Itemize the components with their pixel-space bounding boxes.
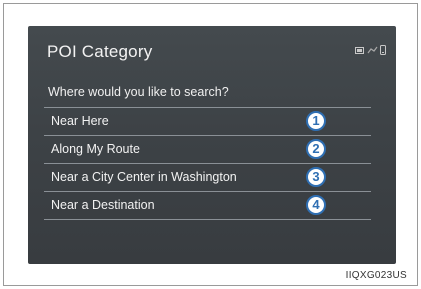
option-label: Near Here	[51, 114, 109, 128]
callout-marker: 3	[306, 167, 326, 187]
navigation-screen: POI Category Where would you like to sea…	[28, 26, 396, 264]
figure-caption: IIQXG023US	[345, 270, 407, 281]
search-prompt: Where would you like to search?	[48, 85, 229, 99]
option-label: Near a City Center in Washington	[51, 170, 237, 184]
screen-title: POI Category	[47, 42, 153, 61]
search-option-list: Near Here 1 Along My Route 2 Near a City…	[44, 107, 371, 220]
callout-marker: 2	[306, 139, 326, 159]
option-near-city-center-button[interactable]: Near a City Center in Washington 3	[44, 164, 371, 192]
option-near-destination-button[interactable]: Near a Destination 4	[44, 192, 371, 220]
callout-marker: 1	[306, 111, 326, 131]
callout-marker: 4	[306, 195, 326, 215]
option-label: Near a Destination	[51, 198, 155, 212]
status-bar	[355, 45, 386, 55]
figure-frame: POI Category Where would you like to sea…	[3, 3, 418, 286]
battery-icon	[355, 46, 364, 54]
option-along-my-route-button[interactable]: Along My Route 2	[44, 136, 371, 164]
phone-icon	[380, 45, 386, 55]
signal-icon	[367, 46, 378, 54]
option-label: Along My Route	[51, 142, 140, 156]
option-near-here-button[interactable]: Near Here 1	[44, 108, 371, 136]
